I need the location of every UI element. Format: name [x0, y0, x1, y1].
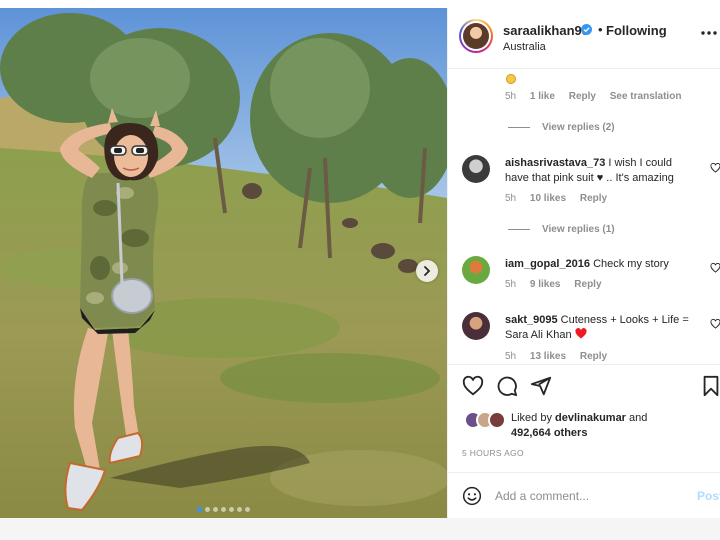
like-comment-heart-icon[interactable]	[710, 163, 720, 173]
view-replies-button[interactable]: View replies (1)	[508, 224, 615, 235]
avatar[interactable]	[462, 256, 490, 284]
photo-scene	[0, 8, 447, 518]
view-replies-label: View replies (1)	[542, 224, 615, 235]
like-comment-heart-icon[interactable]	[710, 319, 720, 329]
reply-button[interactable]: Reply	[574, 279, 601, 290]
post-actions: Liked by devlinakumar and 492,664 others…	[448, 364, 720, 472]
comment-text: Check my story	[593, 258, 669, 270]
post-comment-button[interactable]: Post	[697, 489, 720, 503]
emoji-icon	[506, 74, 516, 84]
comment-bubble-icon[interactable]	[496, 375, 518, 397]
carousel-dots	[0, 507, 447, 512]
comment-body: iam_gopal_2016 Check my story	[505, 257, 690, 272]
comment-body: sakt_9095 Cuteness + Looks + Life = Sara…	[505, 313, 690, 343]
liked-by-avatars	[464, 411, 514, 431]
carousel-dot	[237, 507, 242, 512]
carousel-dot	[229, 507, 234, 512]
post-header: saraalikhan95 • Following Australia	[448, 8, 720, 69]
comment-username[interactable]: sakt_9095	[505, 314, 558, 326]
add-comment-input[interactable]	[495, 487, 685, 505]
bookmark-icon[interactable]	[700, 375, 720, 397]
post-username[interactable]: saraalikhan95	[503, 23, 589, 38]
smiley-icon[interactable]	[462, 486, 482, 506]
post-timestamp[interactable]: 5 HOURS AGO	[462, 448, 524, 458]
liked-by-and: and	[629, 412, 648, 424]
comment-meta: 5h 1 like Reply See translation	[505, 91, 692, 102]
carousel-dot	[221, 507, 226, 512]
chevron-right-icon	[424, 266, 431, 276]
comment-time: 5h	[505, 193, 517, 204]
add-comment-bar: Post	[448, 472, 720, 518]
avatar[interactable]	[459, 19, 493, 53]
carousel-dot	[205, 507, 210, 512]
view-replies-label: View replies (2)	[542, 122, 615, 133]
liked-by-prefix: Liked by	[511, 412, 552, 424]
comment-time: 5h	[505, 91, 517, 102]
reply-button[interactable]: Reply	[569, 91, 596, 102]
comment-time: 5h	[505, 279, 517, 290]
comment-username[interactable]: iam_gopal_2016	[505, 258, 590, 270]
following-button[interactable]: Following	[606, 23, 667, 38]
comment-meta: 5h 9 likes Reply	[505, 279, 613, 290]
verified-badge-icon	[581, 24, 592, 35]
reply-button[interactable]: Reply	[580, 193, 607, 204]
carousel-dot	[213, 507, 218, 512]
comment-likes[interactable]: 9 likes	[530, 279, 561, 290]
comment-time: 5h	[505, 351, 517, 362]
liked-by-user[interactable]: devlinakumar	[555, 412, 626, 424]
heart-icon[interactable]	[462, 375, 484, 397]
comment-meta: 5h 10 likes Reply	[505, 193, 618, 204]
carousel-dot	[245, 507, 250, 512]
reply-button[interactable]: Reply	[580, 351, 607, 362]
liked-by-text: Liked by devlinakumar and 492,664 others	[511, 411, 716, 441]
comments-list: 5h 1 like Reply See translation View rep…	[448, 69, 720, 364]
paper-plane-icon[interactable]	[530, 375, 552, 397]
view-replies-button[interactable]: View replies (2)	[508, 122, 615, 133]
more-options-icon[interactable]	[700, 30, 718, 36]
comment-likes[interactable]: 10 likes	[530, 193, 566, 204]
separator-dot: •	[598, 22, 603, 37]
carousel-next-button[interactable]	[416, 260, 438, 282]
red-heart-emoji-icon	[575, 328, 587, 339]
avatar	[488, 411, 506, 429]
post-location[interactable]: Australia	[503, 41, 546, 53]
liked-by-others[interactable]: 492,664 others	[511, 427, 587, 439]
comment-likes[interactable]: 13 likes	[530, 351, 566, 362]
see-translation-button[interactable]: See translation	[610, 91, 682, 102]
avatar[interactable]	[462, 155, 490, 183]
avatar[interactable]	[462, 312, 490, 340]
post-photo[interactable]	[0, 8, 447, 518]
comment-username[interactable]: aishasrivastava_73	[505, 157, 605, 169]
comment-body: aishasrivastava_73 I wish I could have t…	[505, 156, 690, 186]
comment-meta: 5h 13 likes Reply	[505, 351, 618, 362]
like-comment-heart-icon[interactable]	[710, 263, 720, 273]
page-bottom-strip	[0, 518, 720, 540]
carousel-dot	[197, 507, 202, 512]
comment-likes[interactable]: 1 like	[530, 91, 555, 102]
post-side-panel: saraalikhan95 • Following Australia 5h 1…	[447, 8, 720, 518]
